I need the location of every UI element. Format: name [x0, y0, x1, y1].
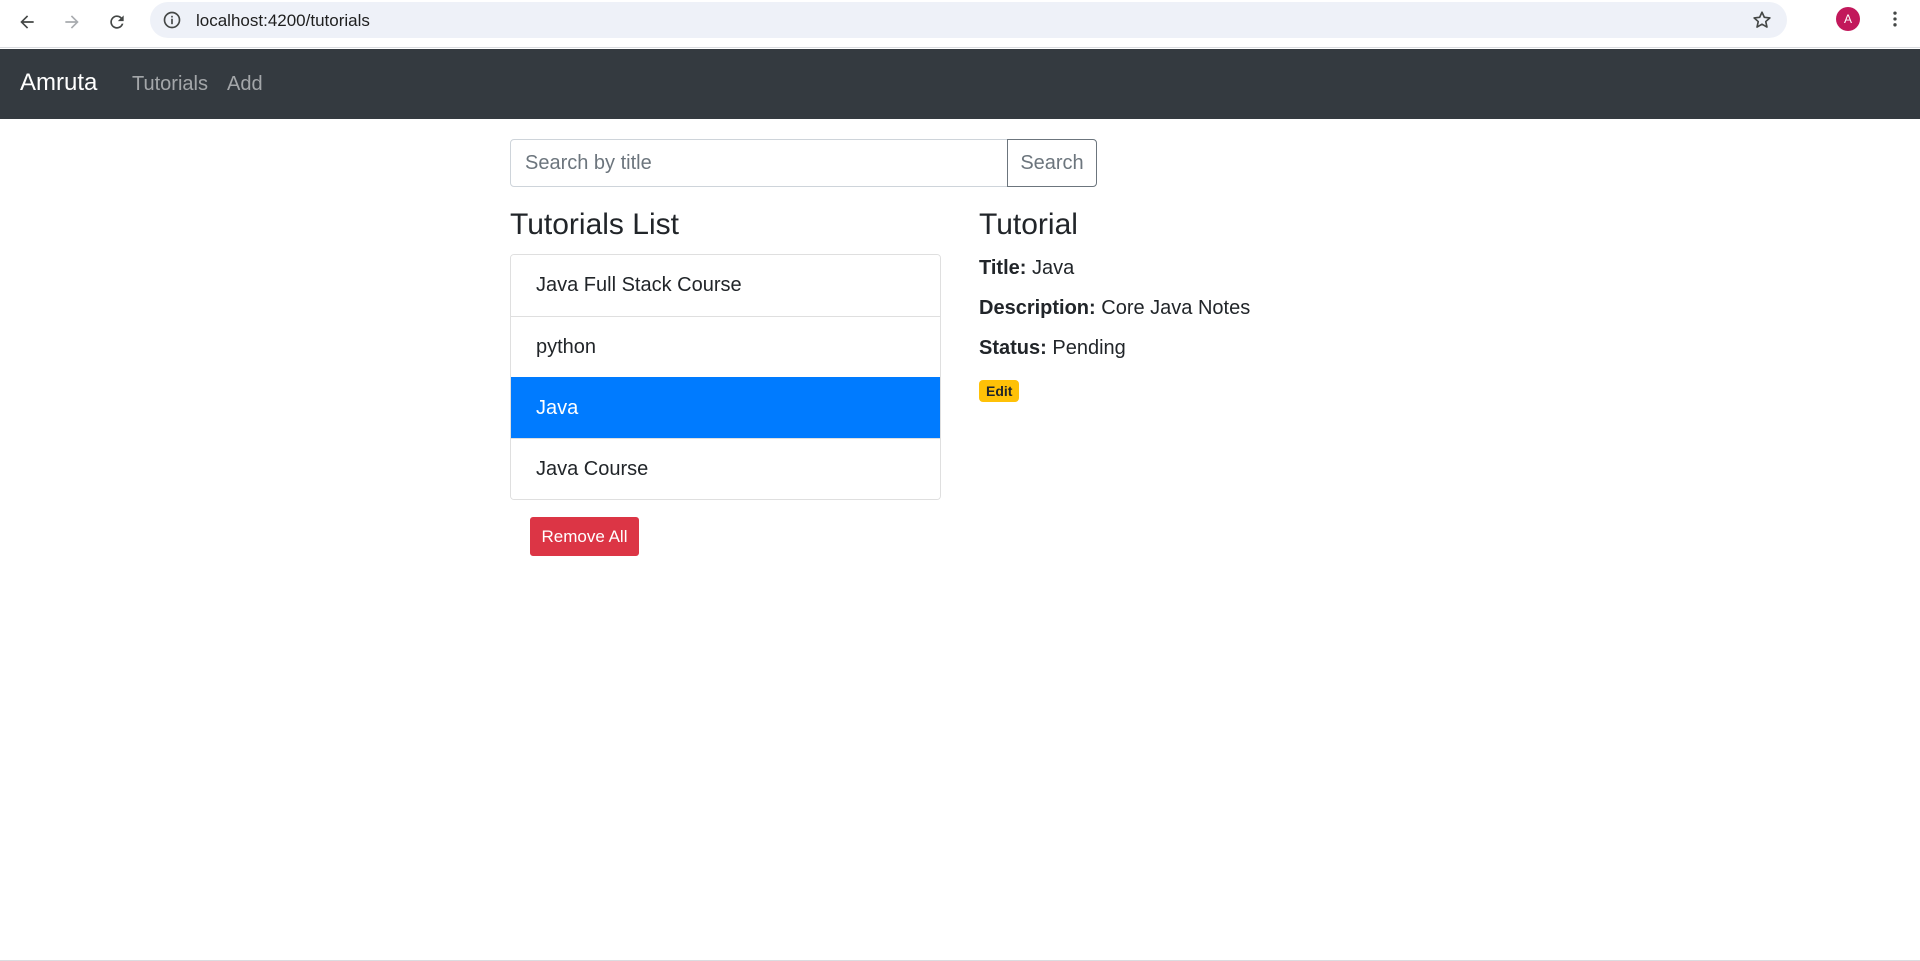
detail-description-label: Description: — [979, 297, 1096, 319]
address-bar[interactable]: localhost:4200/tutorials — [150, 2, 1787, 38]
tutorials-list: Java Full Stack Course python Java Java … — [510, 254, 941, 500]
back-arrow-icon[interactable] — [9, 4, 45, 40]
browser-toolbar: localhost:4200/tutorials A — [0, 0, 1920, 48]
forward-arrow-icon[interactable] — [54, 4, 90, 40]
remove-all-button[interactable]: Remove All — [530, 517, 639, 556]
detail-description-value: Core Java Notes — [1101, 297, 1251, 319]
list-item[interactable]: python — [511, 316, 940, 377]
brand-link[interactable]: Amruta — [20, 69, 97, 97]
search-input[interactable] — [510, 139, 1008, 187]
detail-title-row: Title: Java — [979, 257, 1074, 280]
url-text: localhost:4200/tutorials — [196, 11, 370, 30]
detail-description-row: Description: Core Java Notes — [979, 297, 1250, 320]
detail-title-label: Title: — [979, 257, 1027, 279]
detail-status-label: Status: — [979, 337, 1047, 359]
nav-link-tutorials[interactable]: Tutorials — [132, 73, 208, 96]
detail-title-value: Java — [1031, 257, 1075, 279]
search-button[interactable]: Search — [1007, 139, 1097, 187]
tutorial-detail-heading: Tutorial — [979, 208, 1078, 241]
kebab-menu-icon[interactable] — [1880, 4, 1910, 34]
detail-status-value: Pending — [1052, 337, 1126, 359]
tutorials-list-heading: Tutorials List — [510, 208, 679, 241]
nav-link-add[interactable]: Add — [227, 73, 263, 96]
detail-status-row: Status: Pending — [979, 337, 1126, 360]
star-icon[interactable] — [1751, 9, 1773, 31]
reload-icon[interactable] — [99, 4, 135, 40]
app-navbar: Amruta Tutorials Add — [0, 49, 1920, 119]
list-item-active[interactable]: Java — [511, 377, 940, 438]
edit-button[interactable]: Edit — [979, 380, 1020, 402]
info-icon[interactable] — [162, 10, 182, 30]
profile-avatar[interactable]: A — [1836, 7, 1860, 31]
list-item[interactable]: Java Course — [511, 438, 940, 499]
list-item[interactable]: Java Full Stack Course — [511, 255, 940, 316]
